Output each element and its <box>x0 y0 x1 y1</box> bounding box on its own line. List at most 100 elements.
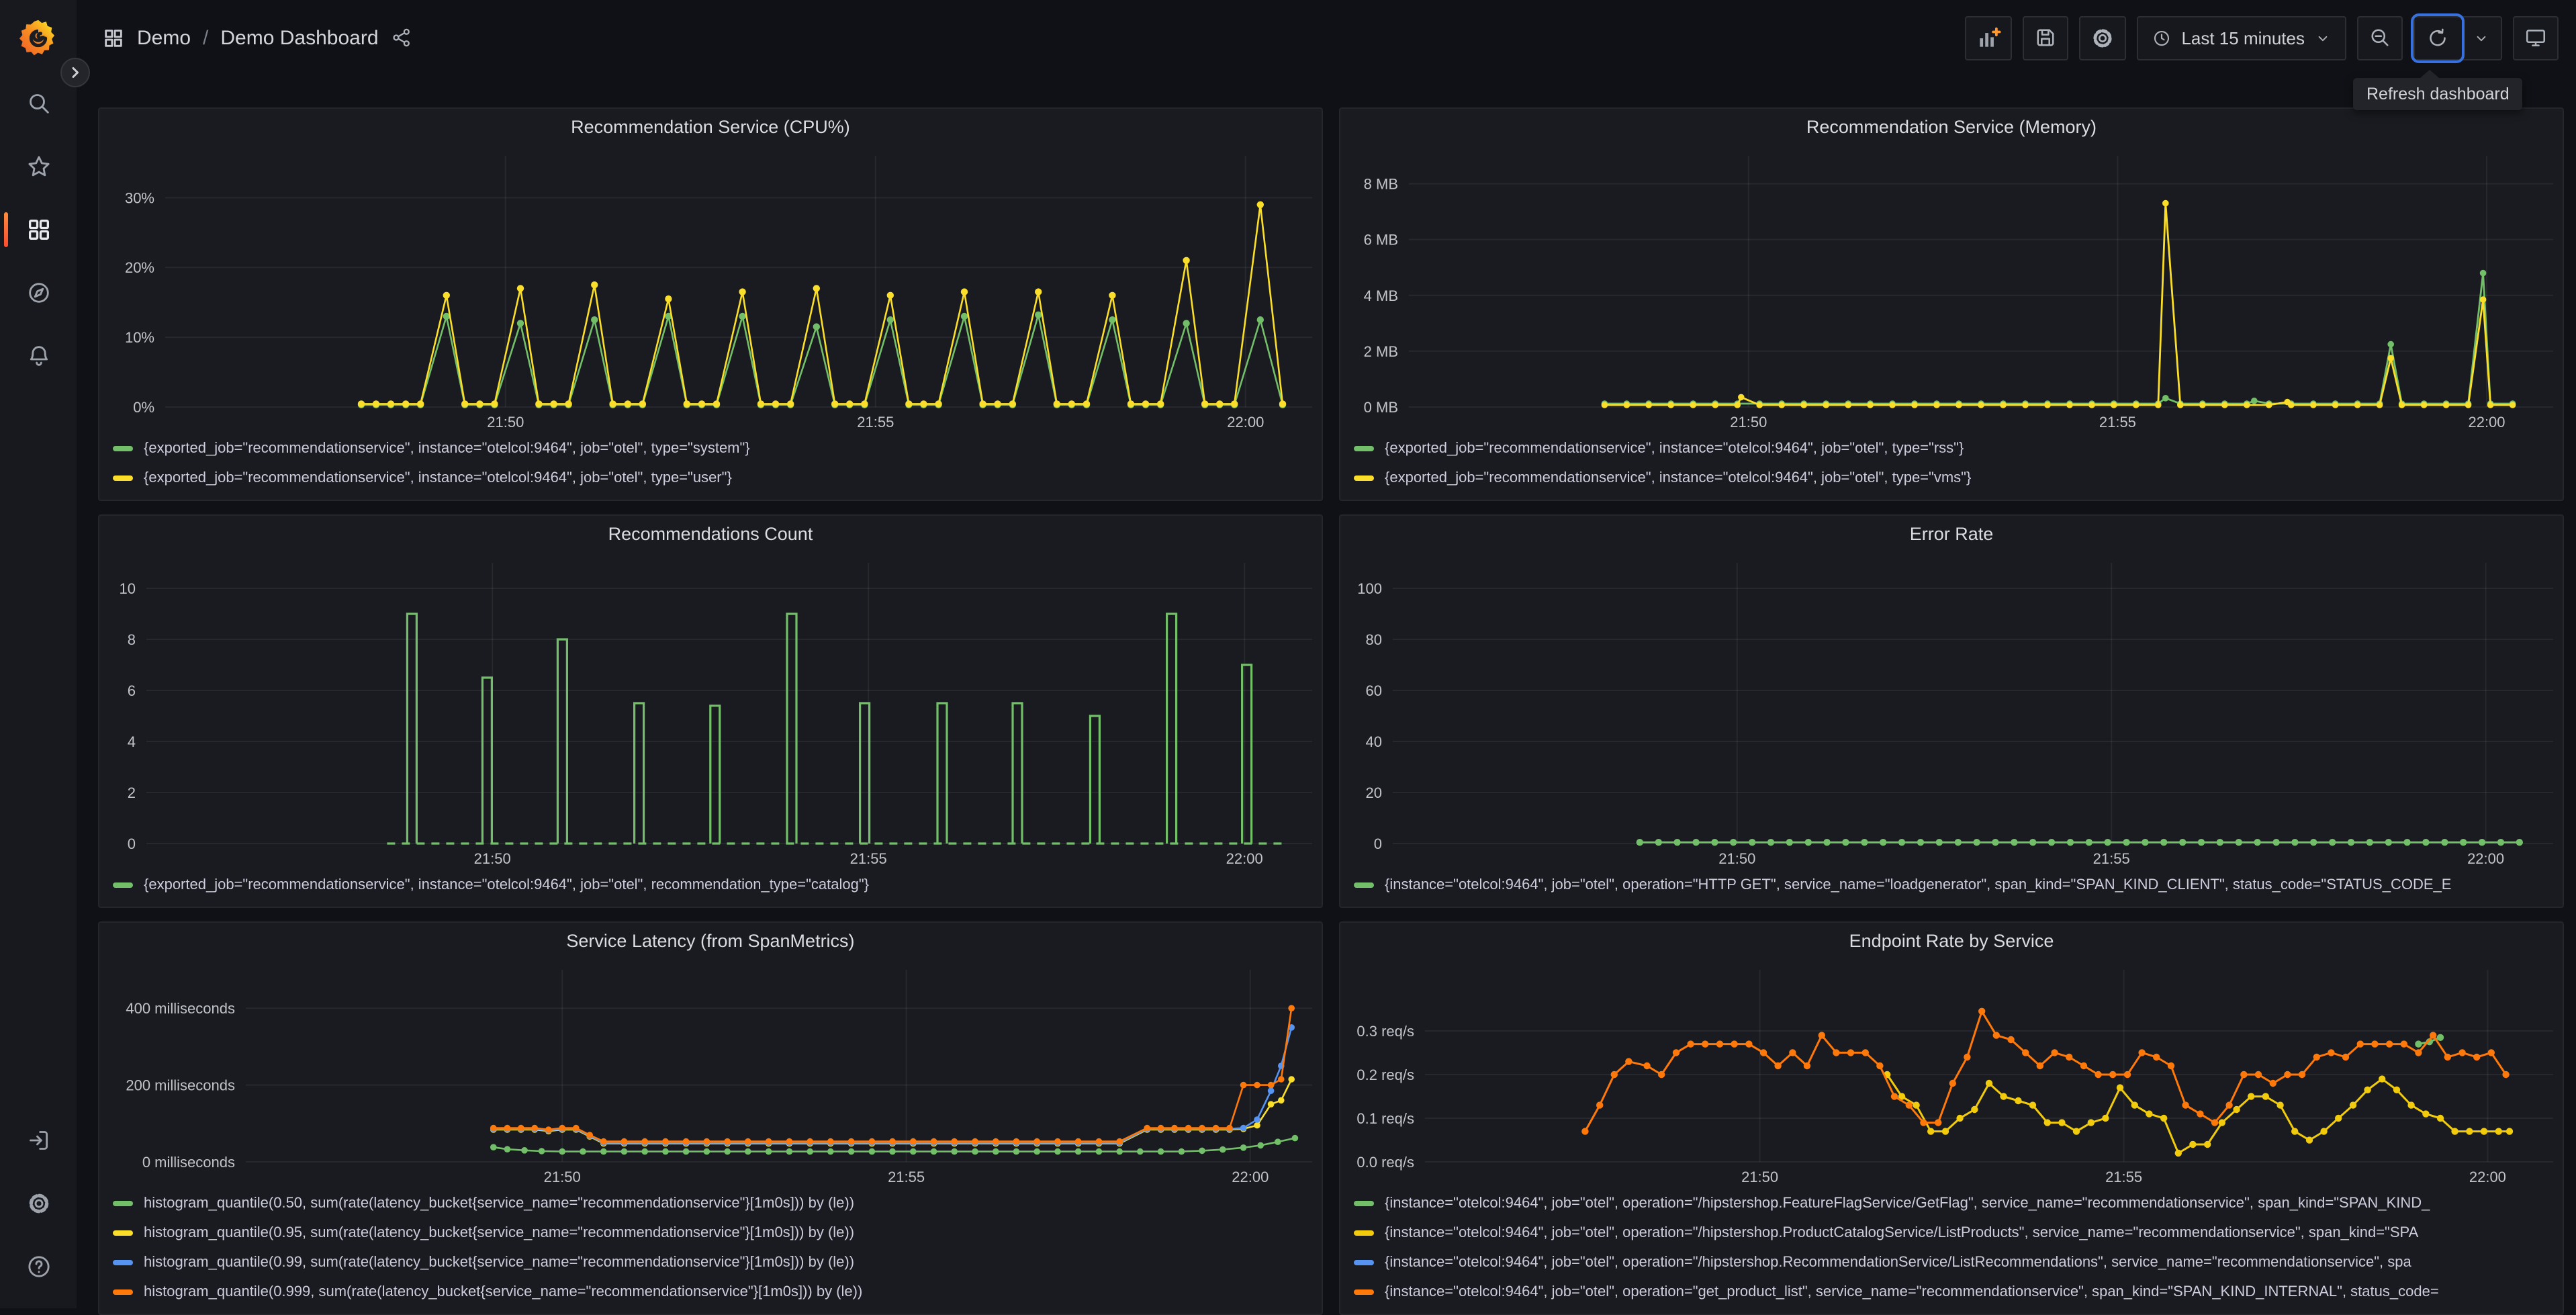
time-range-picker[interactable]: Last 15 minutes <box>2137 15 2346 60</box>
sign-in-icon <box>29 1131 48 1150</box>
sidebar-bottom-group <box>24 1127 53 1280</box>
svg-text:40: 40 <box>1366 733 1382 750</box>
legend-label: {exported_job="recommendationservice", i… <box>144 877 870 893</box>
legend-swatch <box>1354 446 1374 451</box>
sidebar-item-alerting[interactable] <box>24 343 53 369</box>
panel-recommendations-count: Recommendations Count 21:50 21:55 22:00 0 2 4… <box>98 514 1323 908</box>
legend-item[interactable]: {exported_job="recommendationservice", i… <box>113 870 1311 900</box>
legend-item[interactable]: {exported_job="recommendationservice", i… <box>1354 463 2552 493</box>
zoom-out-icon <box>2371 29 2389 46</box>
panel-title[interactable]: Error Rate <box>1340 516 2563 552</box>
legend-item[interactable]: {exported_job="recommendationservice", i… <box>1354 434 2552 463</box>
cycle-view-mode-button[interactable] <box>2513 15 2559 60</box>
legend-item[interactable]: histogram_quantile(0.50, sum(rate(latenc… <box>113 1189 1311 1218</box>
svg-text:21:50: 21:50 <box>1730 414 1767 430</box>
recommendations-count-chart[interactable]: 21:50 21:55 22:00 0 2 4 6 8 10 <box>99 552 1322 870</box>
grafana-logo-icon[interactable] <box>17 17 59 59</box>
legend-item[interactable]: {instance="otelcol:9464", job="otel", op… <box>1354 870 2552 900</box>
sidebar-top-group <box>3 90 53 369</box>
svg-text:21:55: 21:55 <box>850 850 887 867</box>
service-latency-chart[interactable]: 21:50 21:55 22:00 0 milliseconds 200 millise… <box>99 959 1322 1189</box>
chevron-down-icon <box>2476 35 2485 41</box>
sidebar-item-help[interactable] <box>24 1253 53 1280</box>
active-indicator <box>3 212 7 247</box>
legend-item[interactable]: histogram_quantile(0.95, sum(rate(latenc… <box>113 1218 1311 1248</box>
panel-title[interactable]: Recommendation Service (CPU%) <box>99 109 1322 145</box>
save-icon <box>2037 29 2054 46</box>
svg-text:6 MB: 6 MB <box>1364 232 1398 248</box>
svg-text:0: 0 <box>1374 835 1382 852</box>
svg-text:22:00: 22:00 <box>1226 850 1263 867</box>
legend-item[interactable]: {instance="otelcol:9464", job="otel", op… <box>1354 1248 2552 1277</box>
svg-text:21:50: 21:50 <box>474 850 511 867</box>
svg-text:0: 0 <box>128 835 136 852</box>
legend: {exported_job="recommendationservice", i… <box>1340 434 2563 500</box>
legend-item[interactable]: {instance="otelcol:9464", job="otel", op… <box>1354 1277 2552 1307</box>
panel-title[interactable]: Recommendations Count <box>99 516 1322 552</box>
save-dashboard-button[interactable] <box>2023 15 2069 60</box>
svg-text:4: 4 <box>128 733 136 750</box>
sidebar-item-server-admin[interactable] <box>24 1190 53 1217</box>
top-nav: Demo / Demo Dashboard Last 15 minutes <box>77 0 2576 75</box>
svg-text:22:00: 22:00 <box>1232 1169 1269 1185</box>
legend-label: histogram_quantile(0.50, sum(rate(latenc… <box>144 1195 855 1212</box>
legend-swatch <box>113 1289 133 1295</box>
sidebar-item-starred[interactable] <box>24 153 53 180</box>
svg-text:8: 8 <box>128 631 136 648</box>
dashboards-grid-icon <box>105 29 122 46</box>
zoom-out-button[interactable] <box>2357 15 2403 60</box>
tooltip-refresh-dashboard: Refresh dashboard <box>2353 70 2523 110</box>
panel-title[interactable]: Service Latency (from SpanMetrics) <box>99 923 1322 959</box>
svg-text:0 milliseconds: 0 milliseconds <box>142 1154 235 1171</box>
panel-title[interactable]: Recommendation Service (Memory) <box>1340 109 2563 145</box>
share-icon[interactable] <box>391 27 412 48</box>
legend-swatch <box>1354 1230 1374 1236</box>
refresh-dashboard-button[interactable] <box>2411 13 2465 62</box>
sidebar-item-explore[interactable] <box>24 279 53 306</box>
panel-title[interactable]: Endpoint Rate by Service <box>1340 923 2563 959</box>
grafana-app: Demo / Demo Dashboard Last 15 minutes Re… <box>0 0 2576 1315</box>
refresh-interval-dropdown[interactable] <box>2460 17 2501 58</box>
sidebar-expand-button[interactable] <box>60 58 90 87</box>
svg-text:21:50: 21:50 <box>1741 1169 1778 1185</box>
dashboard-settings-button[interactable] <box>2079 15 2127 60</box>
compass-icon <box>28 283 48 303</box>
add-panel-button[interactable] <box>1965 15 2013 60</box>
error-rate-chart[interactable]: 21:50 21:55 22:00 0 20 40 60 80 100 <box>1340 552 2563 870</box>
add-panel-icon <box>1980 26 2001 46</box>
panel-recommendation-memory: Recommendation Service (Memory) 21:50 21:… <box>1339 107 2564 501</box>
svg-text:22:00: 22:00 <box>2468 414 2505 430</box>
legend-item[interactable]: {instance="otelcol:9464", job="otel", op… <box>1354 1189 2552 1218</box>
legend-label: histogram_quantile(0.999, sum(rate(laten… <box>144 1284 863 1300</box>
legend-swatch <box>1354 475 1374 481</box>
cpu-chart[interactable]: 21:50 21:55 22:00 0% 10% 20% 30% <box>99 145 1322 434</box>
svg-text:22:00: 22:00 <box>2467 850 2504 867</box>
dashboard-grid: Recommendation Service (CPU%) 21:50 21:55… <box>77 75 2576 1315</box>
legend-item[interactable]: histogram_quantile(0.99, sum(rate(latenc… <box>113 1248 1311 1277</box>
monitor-icon <box>2526 30 2546 46</box>
sidebar-item-sign-in[interactable] <box>24 1127 53 1154</box>
svg-text:30%: 30% <box>125 189 154 206</box>
legend-swatch <box>113 1201 133 1206</box>
memory-chart[interactable]: 21:50 21:55 22:00 0 MB 2 MB 4 MB 6 MB 8 MB <box>1340 145 2563 434</box>
breadcrumb-section[interactable]: Demo <box>137 26 191 49</box>
legend-swatch <box>113 475 133 481</box>
legend-item[interactable]: {exported_job="recommendationservice", i… <box>113 463 1311 493</box>
legend-item[interactable]: histogram_quantile(0.999, sum(rate(laten… <box>113 1277 1311 1307</box>
legend-item[interactable]: {exported_job="recommendationservice", i… <box>113 434 1311 463</box>
svg-text:4 MB: 4 MB <box>1364 287 1398 304</box>
svg-text:400 milliseconds: 400 milliseconds <box>126 1000 235 1017</box>
legend-item[interactable]: {instance="otelcol:9464", job="otel", op… <box>1354 1218 2552 1248</box>
svg-text:0%: 0% <box>133 399 154 416</box>
svg-text:200 milliseconds: 200 milliseconds <box>126 1077 235 1094</box>
legend-label: {instance="otelcol:9464", job="otel", op… <box>1385 1195 2430 1212</box>
legend: {instance="otelcol:9464", job="otel", op… <box>1340 870 2563 907</box>
sidebar-item-dashboards[interactable] <box>3 212 53 247</box>
legend-label: {instance="otelcol:9464", job="otel", op… <box>1385 877 2452 893</box>
breadcrumb: Demo / Demo Dashboard <box>102 26 412 49</box>
sidebar-item-search[interactable] <box>24 90 53 117</box>
endpoint-rate-chart[interactable]: 21:50 21:55 22:00 0.0 req/s 0.1 req/s 0.2 req… <box>1340 959 2563 1189</box>
legend: {exported_job="recommendationservice", i… <box>99 434 1322 500</box>
gear-icon <box>2093 28 2113 47</box>
svg-text:21:55: 21:55 <box>2099 414 2136 430</box>
